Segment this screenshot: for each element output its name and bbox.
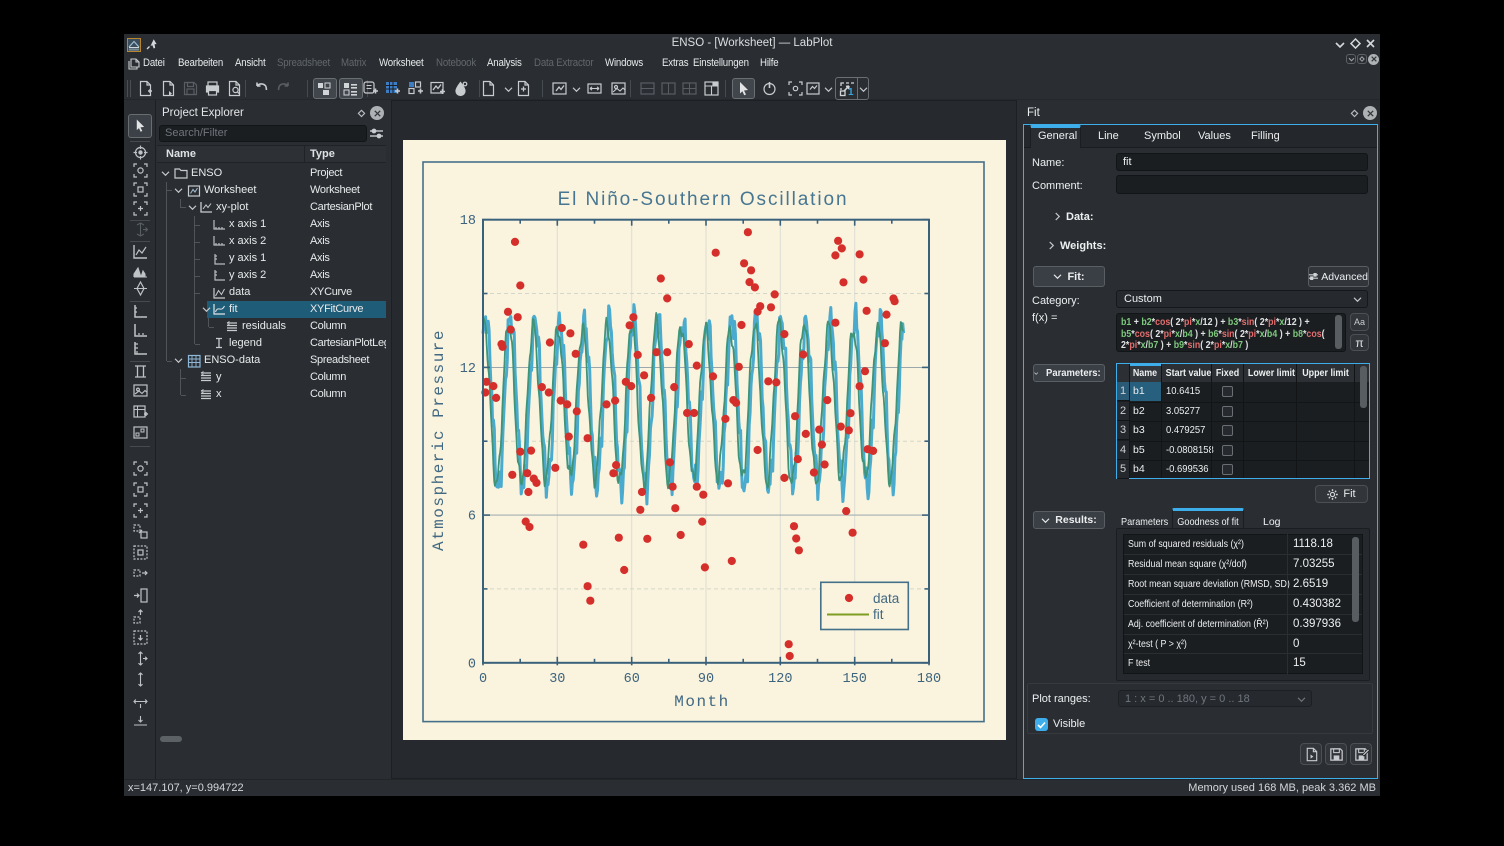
svg-text:60: 60 bbox=[624, 672, 640, 687]
svg-text:0: 0 bbox=[479, 672, 487, 687]
svg-text:1: 1 bbox=[848, 87, 854, 97]
svg-text:data: data bbox=[873, 591, 900, 606]
svg-text:fit: fit bbox=[873, 607, 884, 622]
svg-text:150: 150 bbox=[843, 672, 867, 687]
svg-text:6: 6 bbox=[468, 510, 476, 525]
svg-text:Atmospheric Pressure: Atmospheric Pressure bbox=[430, 329, 448, 551]
svg-text:Month: Month bbox=[674, 693, 730, 711]
svg-text:18: 18 bbox=[460, 214, 476, 229]
svg-text:90: 90 bbox=[698, 672, 714, 687]
svg-text:120: 120 bbox=[768, 672, 792, 687]
svg-text:30: 30 bbox=[549, 672, 565, 687]
svg-text:El Niño-Southern Oscillation: El Niño-Southern Oscillation bbox=[558, 189, 849, 210]
svg-text:180: 180 bbox=[917, 672, 941, 687]
svg-text:0: 0 bbox=[468, 657, 476, 672]
svg-text:12: 12 bbox=[460, 362, 476, 377]
